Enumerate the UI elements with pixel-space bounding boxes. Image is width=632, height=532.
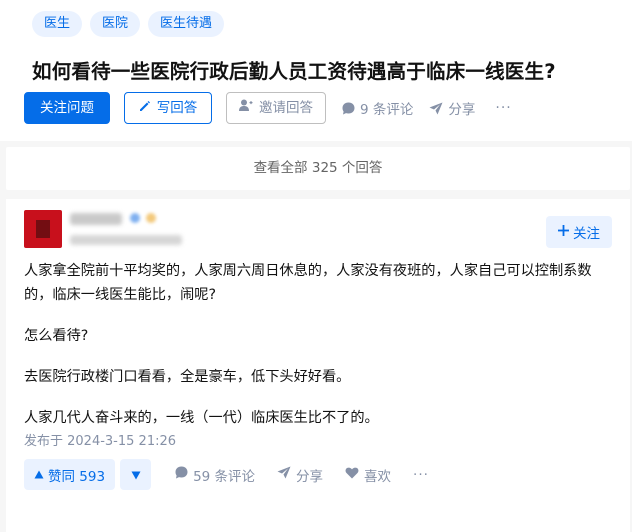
share-icon bbox=[277, 466, 291, 483]
answer-card: 关注 人家拿全院前十平均奖的，人家周六周日休息的，人家没有夜班的，人家自己可以控… bbox=[6, 199, 630, 532]
verified-badge-icon bbox=[130, 213, 140, 223]
heart-icon bbox=[345, 467, 359, 483]
question-card: 医生 医院 医生待遇 如何看待一些医院行政后勤人员工资待遇高于临床一线医生? 关… bbox=[0, 0, 632, 141]
answer-paragraph: 怎么看待? bbox=[24, 328, 89, 344]
invite-answer-label: 邀请回答 bbox=[259, 100, 313, 116]
author-name-blurred[interactable] bbox=[70, 213, 122, 225]
upvote-button[interactable]: 赞同 593 bbox=[24, 459, 116, 490]
medal-badge-icon bbox=[146, 213, 156, 223]
author-headline-blurred bbox=[70, 235, 182, 245]
answer-comments-label: 59 条评论 bbox=[193, 468, 256, 485]
like-button[interactable]: 喜欢 bbox=[345, 465, 391, 485]
answer-paragraph: 人家拿全院前十平均奖的，人家周六周日休息的，人家没有夜班的，人家自己可以控制系数… bbox=[24, 263, 592, 303]
question-more-icon[interactable]: ··· bbox=[495, 100, 511, 116]
answer-paragraph: 人家几代人奋斗来的，一线（一代）临床医生比不了的。 bbox=[24, 410, 379, 426]
answer-action-bar: 赞同 593 59 条评论 分享 喜欢 ··· bbox=[24, 459, 429, 490]
invite-answer-button[interactable]: 邀请回答 bbox=[226, 92, 326, 124]
write-answer-label: 写回答 bbox=[156, 100, 198, 116]
answer-comments-button[interactable]: 59 条评论 bbox=[175, 465, 255, 485]
follow-author-button[interactable]: 关注 bbox=[546, 216, 612, 248]
question-comments-label: 9 条评论 bbox=[360, 102, 414, 118]
follow-question-button[interactable]: 关注问题 bbox=[24, 92, 110, 124]
view-all-answers-button[interactable]: 查看全部 325 个回答 bbox=[6, 147, 630, 190]
topic-list: 医生 医院 医生待遇 bbox=[32, 11, 225, 37]
answer-more-icon[interactable]: ··· bbox=[413, 467, 429, 483]
plus-icon bbox=[558, 224, 569, 240]
answer-content: 人家拿全院前十平均奖的，人家周六周日休息的，人家没有夜班的，人家自己可以控制系数… bbox=[24, 259, 614, 447]
write-answer-button[interactable]: 写回答 bbox=[124, 92, 212, 124]
answer-share-button[interactable]: 分享 bbox=[277, 465, 323, 485]
comment-icon bbox=[175, 466, 188, 483]
follow-author-label: 关注 bbox=[573, 226, 600, 242]
publish-time[interactable]: 发布于 2024-3-15 21:26 bbox=[24, 430, 176, 449]
view-all-answers-label: 查看全部 325 个回答 bbox=[253, 160, 383, 176]
answer-share-label: 分享 bbox=[296, 468, 324, 485]
follow-question-label: 关注问题 bbox=[40, 100, 94, 116]
triangle-up-icon bbox=[34, 467, 44, 483]
topic-tag[interactable]: 医生 bbox=[32, 11, 83, 37]
pencil-icon bbox=[139, 93, 151, 123]
topic-tag[interactable]: 医院 bbox=[90, 11, 141, 37]
question-actions: 关注问题 写回答 邀请回答 9 条评论 分享 ··· bbox=[24, 92, 512, 124]
answer-paragraph: 去医院行政楼门口看看，全是豪车，低下头好好看。 bbox=[24, 369, 351, 385]
upvote-label: 赞同 593 bbox=[48, 468, 106, 485]
like-label: 喜欢 bbox=[364, 468, 392, 485]
triangle-down-icon bbox=[131, 465, 141, 484]
comment-icon bbox=[342, 102, 355, 115]
add-user-icon bbox=[239, 93, 253, 123]
question-title[interactable]: 如何看待一些医院行政后勤人员工资待遇高于临床一线医生? bbox=[32, 55, 556, 84]
question-comments-button[interactable]: 9 条评论 bbox=[342, 98, 413, 118]
topic-tag[interactable]: 医生待遇 bbox=[148, 11, 225, 37]
share-icon bbox=[429, 102, 443, 115]
question-share-label: 分享 bbox=[448, 102, 476, 118]
avatar[interactable] bbox=[24, 210, 62, 248]
downvote-button[interactable] bbox=[120, 459, 152, 490]
question-share-button[interactable]: 分享 bbox=[429, 98, 475, 118]
